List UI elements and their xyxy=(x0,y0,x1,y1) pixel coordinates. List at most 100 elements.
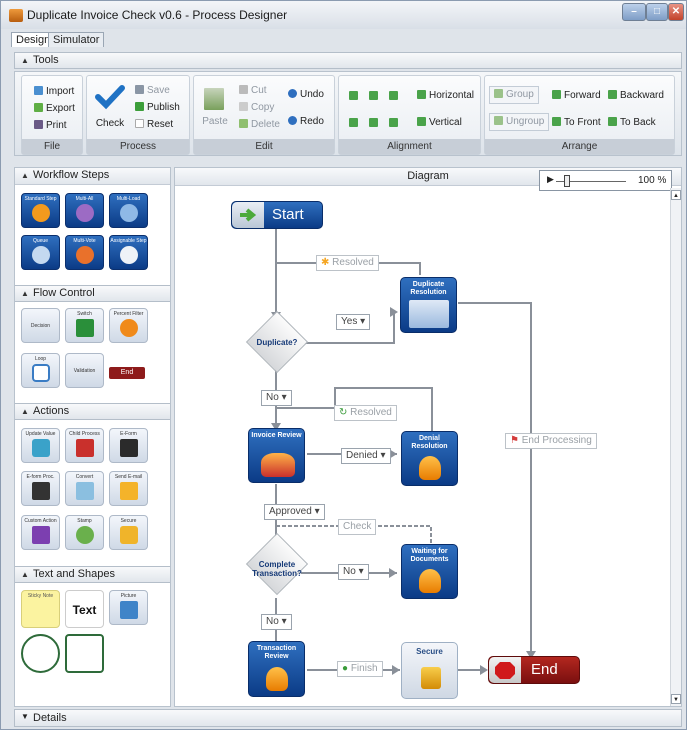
align-right-icon[interactable] xyxy=(389,91,398,100)
collapse-icon: ▲ xyxy=(21,407,29,416)
paste-icon xyxy=(203,88,224,110)
tool-multi-load[interactable]: Multi-Load xyxy=(109,193,148,228)
forward-icon xyxy=(552,90,561,99)
tool-stamp[interactable]: Stamp xyxy=(65,515,104,550)
delete-button[interactable]: Delete xyxy=(239,119,280,131)
chevron-down-icon: ▾ xyxy=(360,316,366,327)
no-dropdown-1[interactable]: No ▾ xyxy=(261,390,292,406)
save-button[interactable]: Save xyxy=(135,85,170,97)
copy-button[interactable]: Copy xyxy=(239,102,274,114)
documents-icon xyxy=(119,204,138,222)
resolved-label-2[interactable]: ↻ Resolved xyxy=(334,405,397,421)
align-middle-icon[interactable] xyxy=(369,118,378,127)
forward-button[interactable]: Forward xyxy=(552,90,601,102)
collapse-icon: ▲ xyxy=(21,570,29,579)
ungroup-button[interactable]: Ungroup xyxy=(489,113,550,131)
scroll-down-icon[interactable]: ▼ xyxy=(671,694,681,704)
secure-node[interactable]: Secure xyxy=(401,642,458,699)
denial-resolution-node[interactable]: Denial Resolution xyxy=(401,431,458,486)
tool-e-form-proc[interactable]: E-form Proc. xyxy=(21,471,60,506)
check-button[interactable]: Check xyxy=(95,84,125,130)
publish-icon xyxy=(135,102,144,111)
maximize-button[interactable]: □ xyxy=(646,3,668,21)
play-icon[interactable]: ▶ xyxy=(547,174,554,185)
actions-header[interactable]: ▲ Actions xyxy=(15,403,170,420)
end-processing-label[interactable]: ⚑ End Processing xyxy=(505,433,597,449)
no-dropdown-2[interactable]: No ▾ xyxy=(338,564,369,580)
cut-button[interactable]: Cut xyxy=(239,85,267,97)
import-button[interactable]: Import xyxy=(34,86,74,98)
align-bottom-icon[interactable] xyxy=(389,118,398,127)
tool-picture[interactable]: Picture xyxy=(109,590,148,625)
scroll-up-icon[interactable]: ▲ xyxy=(671,190,681,200)
horizontal-button[interactable]: Horizontal xyxy=(417,90,474,102)
print-button[interactable]: Print xyxy=(34,120,67,132)
tool-send-email[interactable]: Send E-mail xyxy=(109,471,148,506)
waiting-for-documents-node[interactable]: Waiting for Documents xyxy=(401,544,458,599)
workflow-steps-header[interactable]: ▲ Workflow Steps xyxy=(15,168,170,185)
start-node[interactable]: Start xyxy=(231,201,323,229)
tool-child-process[interactable]: Child Process xyxy=(65,428,104,463)
to-front-button[interactable]: To Front xyxy=(552,117,601,129)
tool-multi-all[interactable]: Multi-All xyxy=(65,193,104,228)
tool-secure[interactable]: Secure xyxy=(109,515,148,550)
details-title: Details xyxy=(33,712,67,724)
end-node[interactable]: End xyxy=(488,656,580,684)
tool-update-value[interactable]: Update Value xyxy=(21,428,60,463)
tool-e-form[interactable]: E-Form xyxy=(109,428,148,463)
undo-button[interactable]: Undo xyxy=(288,89,324,101)
minimize-button[interactable]: – xyxy=(622,3,646,21)
tool-queue[interactable]: Queue xyxy=(21,235,60,270)
align-top-icon[interactable] xyxy=(349,118,358,127)
tool-rectangle[interactable] xyxy=(65,634,104,673)
workflow-steps-title: Workflow Steps xyxy=(33,169,110,181)
transaction-review-node[interactable]: Transaction Review xyxy=(248,641,305,697)
no-dropdown-3[interactable]: No ▾ xyxy=(261,614,292,630)
to-back-button[interactable]: To Back xyxy=(608,117,656,129)
align-left-icon[interactable] xyxy=(349,91,358,100)
denied-dropdown[interactable]: Denied ▾ xyxy=(341,448,391,464)
tools-panel-header[interactable]: ▲ Tools xyxy=(14,52,682,69)
tool-assignable-step[interactable]: Assignable Step xyxy=(109,235,148,270)
duplicate-resolution-node[interactable]: Duplicate Resolution xyxy=(400,277,457,333)
resolved-label-1[interactable]: ✱ Resolved xyxy=(316,255,379,271)
vertical-button[interactable]: Vertical xyxy=(417,117,462,129)
stop-sign-icon xyxy=(489,657,521,683)
paste-button[interactable]: Paste xyxy=(201,88,229,128)
tool-custom-action[interactable]: Custom Action xyxy=(21,515,60,550)
check-label[interactable]: Check xyxy=(338,519,377,535)
reset-button[interactable]: Reset xyxy=(135,119,173,131)
tool-decision[interactable]: Decision xyxy=(21,308,60,343)
tool-validation[interactable]: Validation xyxy=(65,353,104,388)
start-label: Start xyxy=(272,206,304,223)
tool-percent-filter[interactable]: Percent Filter xyxy=(109,308,148,343)
export-button[interactable]: Export xyxy=(34,103,75,115)
publish-button[interactable]: Publish xyxy=(135,102,180,114)
zoom-slider-thumb[interactable] xyxy=(564,175,570,187)
align-center-icon[interactable] xyxy=(369,91,378,100)
diagram-canvas[interactable]: Diagram ▶ 100 % ▲ ▼ Start ✱ Resolved Dup… xyxy=(174,167,682,707)
group-button[interactable]: Group xyxy=(489,86,539,104)
tool-text[interactable]: Text xyxy=(65,590,104,628)
invoice-review-node[interactable]: Invoice Review xyxy=(248,428,305,483)
tab-simulator[interactable]: Simulator xyxy=(48,32,105,47)
redo-button[interactable]: Redo xyxy=(288,116,324,128)
tool-loop[interactable]: Loop xyxy=(21,353,60,388)
yes-dropdown[interactable]: Yes ▾ xyxy=(336,314,371,330)
tool-switch[interactable]: Switch xyxy=(65,308,104,343)
tool-standard-step[interactable]: Standard Step xyxy=(21,193,60,228)
tool-sticky-note[interactable]: Sticky Note xyxy=(21,590,60,628)
backward-button[interactable]: Backward xyxy=(608,90,664,102)
tool-circle[interactable] xyxy=(21,634,60,673)
vertical-scrollbar[interactable]: ▲ ▼ xyxy=(670,188,681,706)
details-panel-header[interactable]: ▼ Details xyxy=(14,709,682,727)
flow-control-header[interactable]: ▲ Flow Control xyxy=(15,285,170,302)
tool-end[interactable]: End xyxy=(109,367,145,379)
finish-label[interactable]: ● Finish xyxy=(337,661,383,677)
approved-dropdown[interactable]: Approved ▾ xyxy=(264,504,325,520)
close-button[interactable]: ✕ xyxy=(668,3,684,21)
tool-convert[interactable]: Convert xyxy=(65,471,104,506)
text-shapes-header[interactable]: ▲ Text and Shapes xyxy=(15,566,170,583)
edit-group: Paste Cut Copy Delete Undo Redo Edit xyxy=(193,75,335,155)
tool-multi-vote[interactable]: Multi-Vote xyxy=(65,235,104,270)
